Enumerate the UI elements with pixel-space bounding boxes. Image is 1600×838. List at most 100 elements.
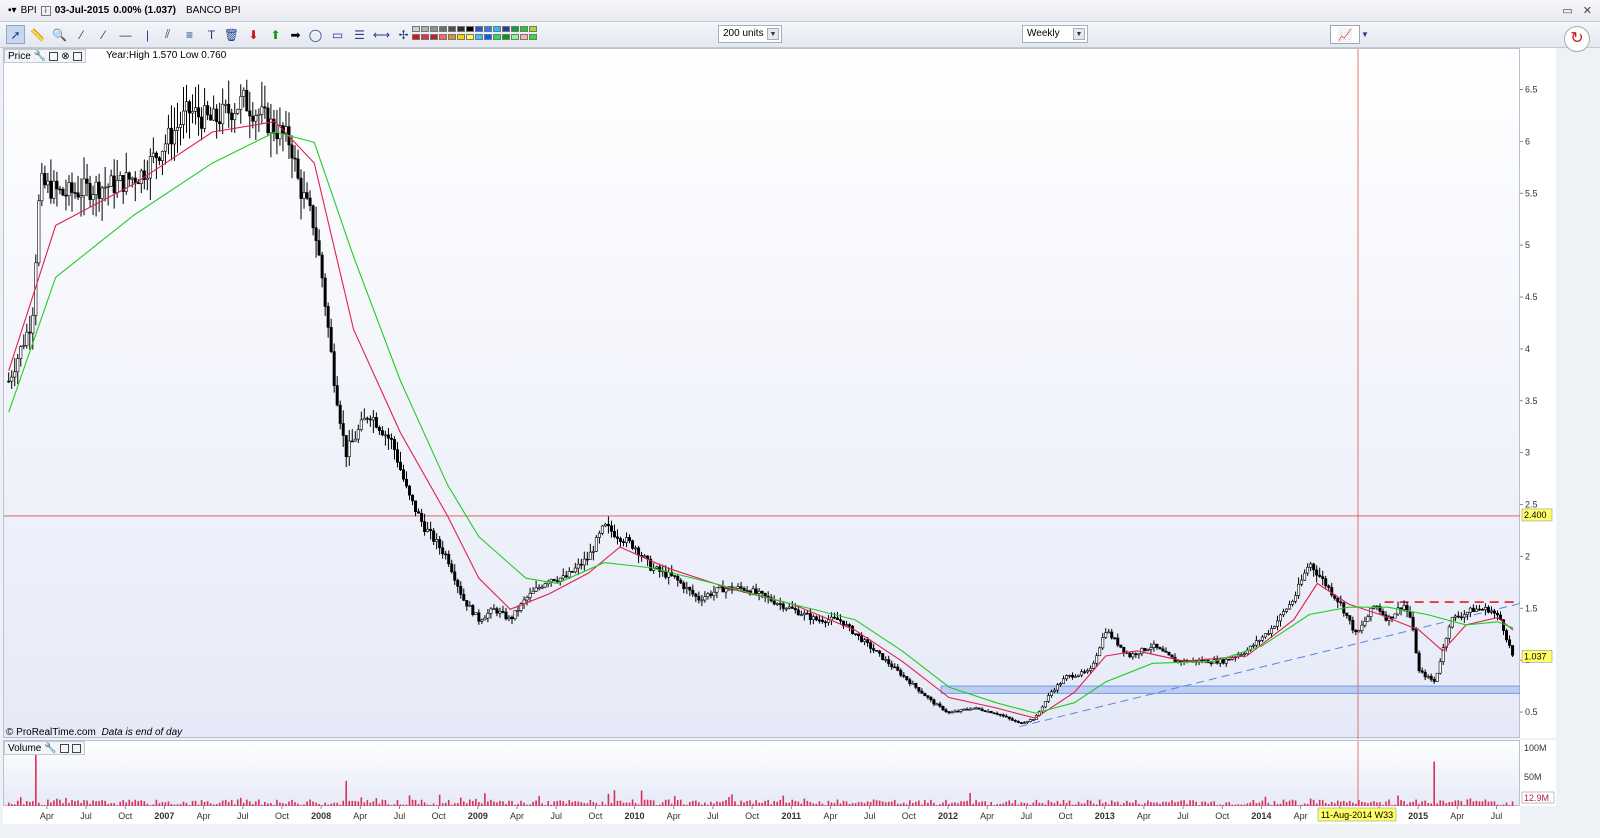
x-tick-label: 2010: [625, 811, 645, 821]
color-swatch[interactable]: [502, 34, 510, 40]
color-swatch[interactable]: [529, 26, 537, 32]
chevron-down-icon[interactable]: ▼: [1360, 25, 1370, 44]
color-swatch[interactable]: [493, 34, 501, 40]
fibonacci-icon[interactable]: ≡: [180, 25, 199, 44]
period-select[interactable]: Weekly ▼: [1022, 25, 1088, 43]
trash-icon[interactable]: 🗑: [222, 25, 241, 44]
price-chart[interactable]: [4, 49, 1522, 739]
color-swatch[interactable]: [475, 34, 483, 40]
zone-icon[interactable]: ☰: [350, 25, 369, 44]
candle-body: [778, 603, 782, 605]
candle-body: [299, 177, 303, 199]
support-zone: [940, 685, 1522, 694]
candle-body: [160, 150, 164, 161]
horizontal-line-icon[interactable]: —: [116, 25, 135, 44]
x-tick-label: Oct: [588, 811, 603, 821]
refresh-icon[interactable]: ↻: [1564, 26, 1590, 52]
date-axis[interactable]: Apr Jul Oct 2007 Apr Jul Oct 2008 Apr Jul Oct 2009 A…: [3, 806, 1520, 824]
color-swatch[interactable]: [466, 26, 474, 32]
color-swatch[interactable]: [511, 34, 519, 40]
channel-icon[interactable]: ⫽: [158, 25, 177, 44]
candle-body: [444, 553, 448, 556]
color-swatch[interactable]: [502, 26, 510, 32]
maximize-icon[interactable]: [72, 51, 82, 61]
x-tick-label: Apr: [353, 811, 367, 821]
color-swatch[interactable]: [421, 26, 429, 32]
candle-body: [332, 351, 336, 386]
color-swatch[interactable]: [412, 26, 420, 32]
cross-icon[interactable]: ✢: [394, 25, 413, 44]
right-arrow-icon[interactable]: ➡: [286, 25, 305, 44]
price-axis[interactable]: 0.511.522.533.544.555.566.52.4001.037: [1520, 48, 1556, 738]
zoom-icon[interactable]: 🔍: [50, 25, 69, 44]
symbol-code[interactable]: BPI: [21, 5, 37, 16]
candle-body: [1086, 670, 1090, 673]
color-swatch[interactable]: [457, 34, 465, 40]
candle-body: [1417, 652, 1421, 672]
y-tick-label: 6: [1525, 136, 1530, 146]
color-swatch[interactable]: [421, 34, 429, 40]
color-swatch[interactable]: [439, 26, 447, 32]
candle-body: [239, 96, 243, 110]
chart-type-icon[interactable]: 📈: [1330, 25, 1360, 44]
color-swatch[interactable]: [520, 26, 528, 32]
candle-body: [938, 703, 942, 707]
candle-body: [1408, 611, 1412, 618]
close-icon[interactable]: ✕: [1583, 4, 1592, 17]
x-tick-label: Oct: [1215, 811, 1230, 821]
candle-body: [1339, 601, 1343, 604]
candle-body: [760, 591, 764, 594]
color-swatch[interactable]: [529, 34, 537, 40]
color-swatch[interactable]: [520, 34, 528, 40]
info-icon[interactable]: i: [40, 5, 51, 16]
candle-body: [1209, 662, 1213, 665]
ellipse-icon[interactable]: ◯: [306, 25, 325, 44]
candle-body: [504, 611, 508, 620]
color-swatch[interactable]: [412, 34, 420, 40]
maximize-icon[interactable]: [71, 743, 81, 753]
color-swatch[interactable]: [448, 26, 456, 32]
wrench-icon[interactable]: 🔧: [34, 51, 46, 62]
candle-body: [573, 567, 577, 573]
trendline-icon[interactable]: ⁄: [72, 25, 91, 44]
down-arrow-icon[interactable]: ⬇: [244, 25, 263, 44]
window-icon[interactable]: [59, 743, 69, 753]
symbol-menu-icon[interactable]: ▪▾: [8, 5, 17, 16]
color-swatch[interactable]: [439, 34, 447, 40]
measure-icon[interactable]: ⟷: [372, 25, 391, 44]
candle-body: [1300, 579, 1304, 585]
color-swatch[interactable]: [466, 34, 474, 40]
ray-icon[interactable]: ⁄: [94, 25, 113, 44]
vertical-line-icon[interactable]: |: [138, 25, 157, 44]
price-panel[interactable]: Price 🔧 ⊗: [3, 48, 1522, 739]
window-icon[interactable]: [49, 51, 59, 61]
color-swatch[interactable]: [511, 26, 519, 32]
color-swatch[interactable]: [484, 26, 492, 32]
pointer-icon[interactable]: ➚: [6, 25, 25, 44]
candle-body: [513, 610, 517, 620]
minimize-icon[interactable]: ▭: [1562, 4, 1572, 17]
color-swatch[interactable]: [448, 34, 456, 40]
units-select[interactable]: 200 units ▼: [718, 25, 782, 43]
candle-body: [507, 616, 511, 620]
color-swatch[interactable]: [430, 26, 438, 32]
ruler-icon[interactable]: 📏: [28, 25, 47, 44]
candle-body: [1505, 630, 1509, 641]
text-icon[interactable]: T: [202, 25, 221, 44]
candle-body: [1065, 675, 1069, 680]
candle-body: [618, 538, 622, 542]
color-swatch[interactable]: [475, 26, 483, 32]
close-circle-icon[interactable]: ⊗: [61, 51, 69, 62]
color-swatch[interactable]: [484, 34, 492, 40]
candle-body: [543, 583, 547, 588]
color-swatch[interactable]: [457, 26, 465, 32]
volume-panel[interactable]: Volume 🔧: [3, 740, 1521, 807]
wrench-icon[interactable]: 🔧: [44, 743, 56, 754]
candle-body: [453, 571, 457, 581]
rectangle-icon[interactable]: ▭: [328, 25, 347, 44]
volume-chart[interactable]: [4, 741, 1521, 807]
color-swatch[interactable]: [430, 34, 438, 40]
color-swatch[interactable]: [493, 26, 501, 32]
x-tick-label: 2014: [1251, 811, 1271, 821]
up-arrow-icon[interactable]: ⬆: [266, 25, 285, 44]
